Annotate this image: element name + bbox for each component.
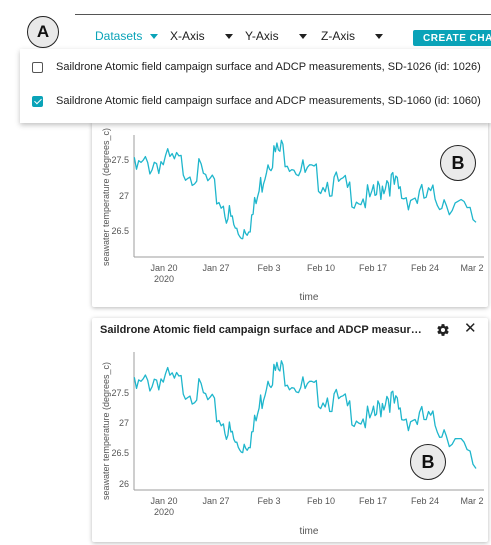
x-axis-dropdown[interactable]: X-Axis xyxy=(170,29,233,43)
ytick-label: 27 xyxy=(119,191,129,201)
annotation-marker-b: B xyxy=(440,145,476,181)
xtick-year-label: 2020 xyxy=(154,507,174,517)
datasets-label: Datasets xyxy=(95,29,143,43)
ytick-label: 27.5 xyxy=(111,388,129,398)
dataset-option-label: Saildrone Atomic field campaign surface … xyxy=(56,61,481,73)
xtick-label: Jan 20 xyxy=(150,496,177,506)
xtick-label: Feb 24 xyxy=(411,263,439,273)
xtick-label: Feb 10 xyxy=(307,496,335,506)
xtick-label: Feb 10 xyxy=(307,263,335,273)
xtick-group: Jan 20 2020 Jan 27 Feb 3 Feb 10 Feb 17 F… xyxy=(150,263,483,284)
xtick-label: Feb 24 xyxy=(411,496,439,506)
ytick-label: 26.5 xyxy=(111,448,129,458)
chart-card-bottom: Saildrone Atomic field campaign surface … xyxy=(92,318,488,542)
xtick-label: Feb 3 xyxy=(257,263,280,273)
y-axis-label: Y-Axis xyxy=(245,29,279,43)
dataset-option-1060[interactable]: Saildrone Atomic field campaign surface … xyxy=(32,95,481,107)
chart-top-svg: 27.5 27 26.5 Jan 20 2020 Jan 27 Feb 3 Fe… xyxy=(101,128,484,303)
xtick-label: Jan 27 xyxy=(202,496,229,506)
y-axis-title: seawater temperature (degrees_c) xyxy=(101,362,111,500)
xtick-label: Feb 17 xyxy=(359,496,387,506)
xtick-year-label: 2020 xyxy=(154,274,174,284)
xtick-label: Feb 3 xyxy=(257,496,280,506)
ytick-group: 27.5 27 26.5 xyxy=(111,155,129,236)
ytick-label: 26.5 xyxy=(111,226,129,236)
y-axis-title: seawater temperature (degrees_c) xyxy=(101,128,111,266)
x-axis-label: X-Axis xyxy=(170,29,205,43)
datasets-dropdown[interactable]: Datasets xyxy=(95,29,159,43)
series-line-sd1060 xyxy=(133,139,477,240)
xtick-label: Mar 2 xyxy=(460,263,483,273)
xtick-label: Jan 20 xyxy=(150,263,177,273)
annotation-marker-b: B xyxy=(410,444,446,480)
datasets-menu: Saildrone Atomic field campaign surface … xyxy=(20,49,491,123)
z-axis-label: Z-Axis xyxy=(321,29,355,43)
xtick-label: Mar 2 xyxy=(460,496,483,506)
ytick-group: 27.5 27 26.5 26 xyxy=(111,388,129,489)
ytick-label: 27.5 xyxy=(111,155,129,165)
xtick-label: Feb 17 xyxy=(359,263,387,273)
chart-bottom-svg: 27.5 27 26.5 26 Jan 20 2020 Jan 27 Feb 3… xyxy=(101,352,484,537)
z-axis-dropdown[interactable]: Z-Axis xyxy=(321,29,383,43)
ytick-label: 26 xyxy=(119,479,129,489)
x-axis-title: time xyxy=(300,292,319,303)
caret-down-icon xyxy=(224,33,233,39)
create-chart-button[interactable]: CREATE CHART xyxy=(413,30,491,46)
annotation-marker-a: A xyxy=(27,16,59,48)
dataset-checkbox[interactable] xyxy=(32,61,43,73)
xtick-group: Jan 20 2020 Jan 27 Feb 3 Feb 10 Feb 17 F… xyxy=(150,496,483,517)
dataset-option-label: Saildrone Atomic field campaign surface … xyxy=(56,95,481,107)
caret-down-icon xyxy=(375,33,383,39)
xtick-label: Jan 27 xyxy=(202,263,229,273)
dataset-checkbox-checked[interactable] xyxy=(32,95,43,107)
y-axis-dropdown[interactable]: Y-Axis xyxy=(245,29,307,43)
ytick-label: 27 xyxy=(119,418,129,428)
dataset-option-1026[interactable]: Saildrone Atomic field campaign surface … xyxy=(32,61,481,73)
chart-card-top: 27.5 27 26.5 Jan 20 2020 Jan 27 Feb 3 Fe… xyxy=(92,121,488,307)
caret-down-icon xyxy=(150,33,159,39)
caret-down-icon xyxy=(298,33,307,39)
x-axis-title: time xyxy=(300,526,319,537)
